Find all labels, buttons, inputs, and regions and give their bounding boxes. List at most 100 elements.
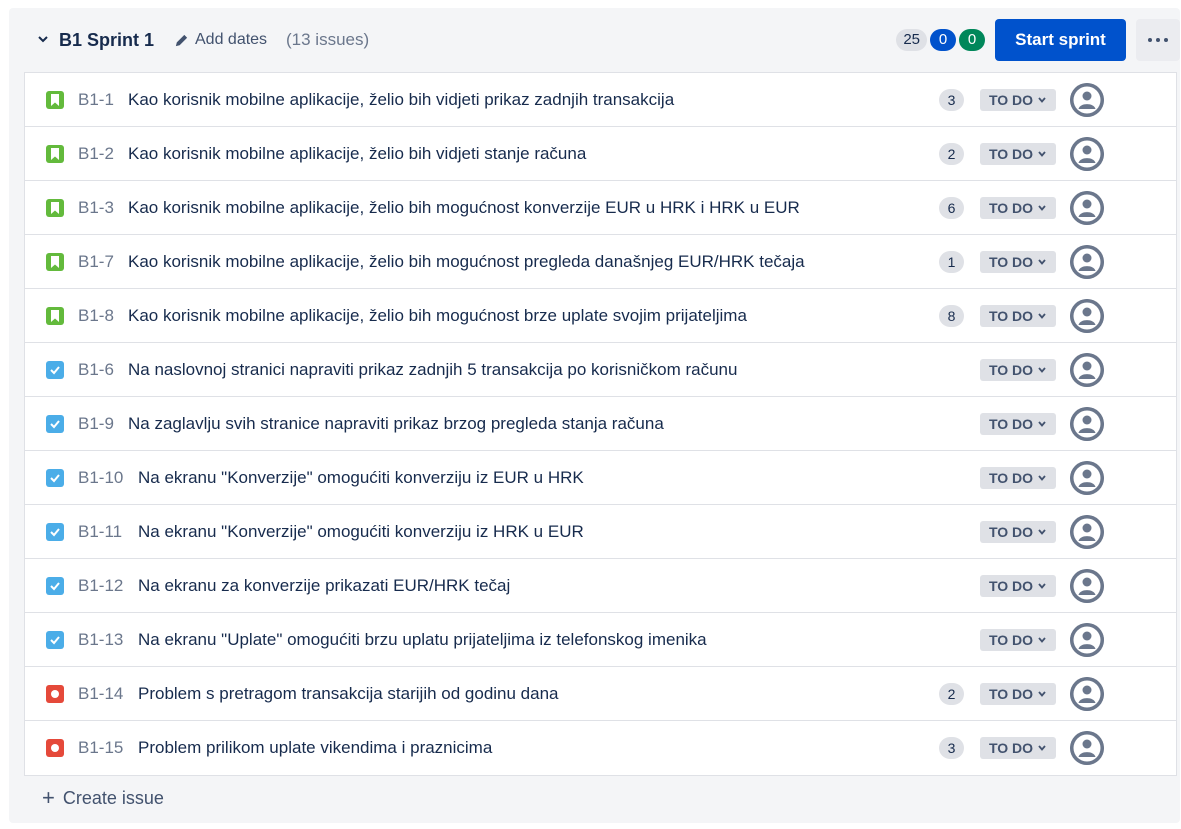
issue-summary: Kao korisnik mobilne aplikacije, želio b…	[128, 144, 587, 163]
issue-key[interactable]: B1-13	[78, 628, 123, 652]
user-avatar-icon[interactable]	[1070, 245, 1104, 279]
user-avatar-icon[interactable]	[1070, 407, 1104, 441]
checkbox-icon	[46, 577, 64, 595]
issue-key[interactable]: B1-8	[78, 304, 114, 328]
issue-key[interactable]: B1-1	[78, 88, 114, 112]
chevron-down-icon[interactable]	[37, 33, 49, 45]
status-dropdown[interactable]: TO DO	[980, 575, 1056, 597]
user-avatar-icon[interactable]	[1070, 569, 1104, 603]
issue-key[interactable]: B1-7	[78, 250, 114, 274]
user-avatar-icon[interactable]	[1070, 515, 1104, 549]
story-points-badge: 2	[939, 143, 964, 165]
issue-key[interactable]: B1-14	[78, 682, 123, 706]
status-dropdown[interactable]: TO DO	[980, 251, 1056, 273]
issue-list: B1-1 Kao korisnik mobilne aplikacije, žel…	[24, 72, 1177, 776]
status-label: TO DO	[988, 254, 1034, 270]
issue-key[interactable]: B1-10	[78, 466, 123, 490]
status-label: TO DO	[988, 632, 1034, 648]
chevron-down-icon	[1038, 475, 1046, 481]
status-dropdown[interactable]: TO DO	[980, 305, 1056, 327]
status-dropdown[interactable]: TO DO	[980, 143, 1056, 165]
chevron-down-icon	[1038, 367, 1046, 373]
sprint-name: B1 Sprint 1	[59, 30, 155, 50]
status-label: TO DO	[988, 524, 1034, 540]
user-avatar-icon[interactable]	[1070, 191, 1104, 225]
issue-row[interactable]: B1-3 Kao korisnik mobilne aplikacije, žel…	[25, 181, 1176, 235]
status-label: TO DO	[988, 470, 1034, 486]
checkbox-icon	[46, 469, 64, 487]
start-sprint-button[interactable]: Start sprint	[995, 19, 1126, 61]
status-label: TO DO	[988, 686, 1034, 702]
chevron-down-icon	[1038, 313, 1046, 319]
user-avatar-icon[interactable]	[1070, 731, 1104, 765]
issue-row[interactable]: B1-6 Na naslovnoj stranici napraviti prik…	[25, 343, 1176, 397]
status-label: TO DO	[988, 146, 1034, 162]
status-dropdown[interactable]: TO DO	[980, 467, 1056, 489]
user-avatar-icon[interactable]	[1070, 83, 1104, 117]
chevron-down-icon	[1038, 637, 1046, 643]
issue-row[interactable]: B1-7 Kao korisnik mobilne aplikacije, žel…	[25, 235, 1176, 289]
issue-row[interactable]: B1-1 Kao korisnik mobilne aplikacije, žel…	[25, 73, 1176, 127]
add-dates-label: Add dates	[195, 31, 268, 48]
issue-summary: Kao korisnik mobilne aplikacije, želio b…	[128, 198, 800, 217]
issue-key[interactable]: B1-2	[78, 142, 114, 166]
issue-key[interactable]: B1-6	[78, 358, 114, 382]
issue-key[interactable]: B1-3	[78, 196, 114, 220]
issue-summary: Kao korisnik mobilne aplikacije, želio b…	[128, 90, 675, 109]
story-points-badge: 2	[939, 683, 964, 705]
story-points-badge: 8	[939, 305, 964, 327]
issue-key[interactable]: B1-15	[78, 736, 123, 760]
chevron-down-icon	[1038, 205, 1046, 211]
status-dropdown[interactable]: TO DO	[980, 197, 1056, 219]
issue-summary: Na ekranu "Konverzije" omogućiti konverz…	[138, 522, 584, 541]
create-issue-button[interactable]: + Create issue	[42, 786, 164, 810]
user-avatar-icon[interactable]	[1070, 623, 1104, 657]
issue-key[interactable]: B1-11	[78, 520, 122, 544]
sprint-header: B1 Sprint 1 Add dates (13 issues) 25 0 0…	[9, 8, 1180, 72]
user-avatar-icon[interactable]	[1070, 137, 1104, 171]
issue-summary: Na zaglavlju svih stranice napraviti pri…	[128, 414, 664, 433]
user-avatar-icon[interactable]	[1070, 677, 1104, 711]
status-label: TO DO	[988, 740, 1034, 756]
chevron-down-icon	[1038, 529, 1046, 535]
story-points-badge: 6	[939, 197, 964, 219]
status-dropdown[interactable]: TO DO	[980, 683, 1056, 705]
add-dates-button[interactable]: Add dates	[174, 28, 267, 52]
bug-icon	[46, 685, 64, 703]
issue-row[interactable]: B1-15 Problem prilikom uplate vikendima i…	[25, 721, 1176, 775]
checkbox-icon	[46, 523, 64, 541]
issue-summary: Na ekranu "Konverzije" omogućiti konverz…	[138, 468, 584, 487]
status-dropdown[interactable]: TO DO	[980, 737, 1056, 759]
issue-row[interactable]: B1-13 Na ekranu "Uplate" omogućiti brzu u…	[25, 613, 1176, 667]
user-avatar-icon[interactable]	[1070, 353, 1104, 387]
issue-key[interactable]: B1-12	[78, 574, 123, 598]
chevron-down-icon	[1038, 151, 1046, 157]
issue-row[interactable]: B1-8 Kao korisnik mobilne aplikacije, žel…	[25, 289, 1176, 343]
status-label: TO DO	[988, 308, 1034, 324]
issue-row[interactable]: B1-10 Na ekranu "Konverzije" omogućiti ko…	[25, 451, 1176, 505]
chevron-down-icon	[1038, 259, 1046, 265]
issue-summary: Na ekranu "Uplate" omogućiti brzu uplatu…	[138, 630, 707, 649]
issue-summary: Problem prilikom uplate vikendima i praz…	[138, 738, 493, 757]
status-dropdown[interactable]: TO DO	[980, 89, 1056, 111]
issue-row[interactable]: B1-14 Problem s pretragom transakcija sta…	[25, 667, 1176, 721]
issue-row[interactable]: B1-2 Kao korisnik mobilne aplikacije, žel…	[25, 127, 1176, 181]
issue-row[interactable]: B1-9 Na zaglavlju svih stranice napraviti…	[25, 397, 1176, 451]
bug-icon	[46, 739, 64, 757]
status-label: TO DO	[988, 362, 1034, 378]
status-dropdown[interactable]: TO DO	[980, 629, 1056, 651]
bookmark-icon	[46, 145, 64, 163]
bookmark-icon	[46, 307, 64, 325]
chevron-down-icon	[1038, 583, 1046, 589]
chevron-down-icon	[1038, 97, 1046, 103]
more-icon[interactable]	[1136, 19, 1180, 61]
issue-key[interactable]: B1-9	[78, 412, 114, 436]
user-avatar-icon[interactable]	[1070, 461, 1104, 495]
status-dropdown[interactable]: TO DO	[980, 359, 1056, 381]
issue-summary: Kao korisnik mobilne aplikacije, želio b…	[128, 252, 805, 271]
status-dropdown[interactable]: TO DO	[980, 521, 1056, 543]
issue-row[interactable]: B1-12 Na ekranu za konverzije prikazati E…	[25, 559, 1176, 613]
user-avatar-icon[interactable]	[1070, 299, 1104, 333]
status-dropdown[interactable]: TO DO	[980, 413, 1056, 435]
issue-row[interactable]: B1-11 Na ekranu "Konverzije" omogućiti ko…	[25, 505, 1176, 559]
